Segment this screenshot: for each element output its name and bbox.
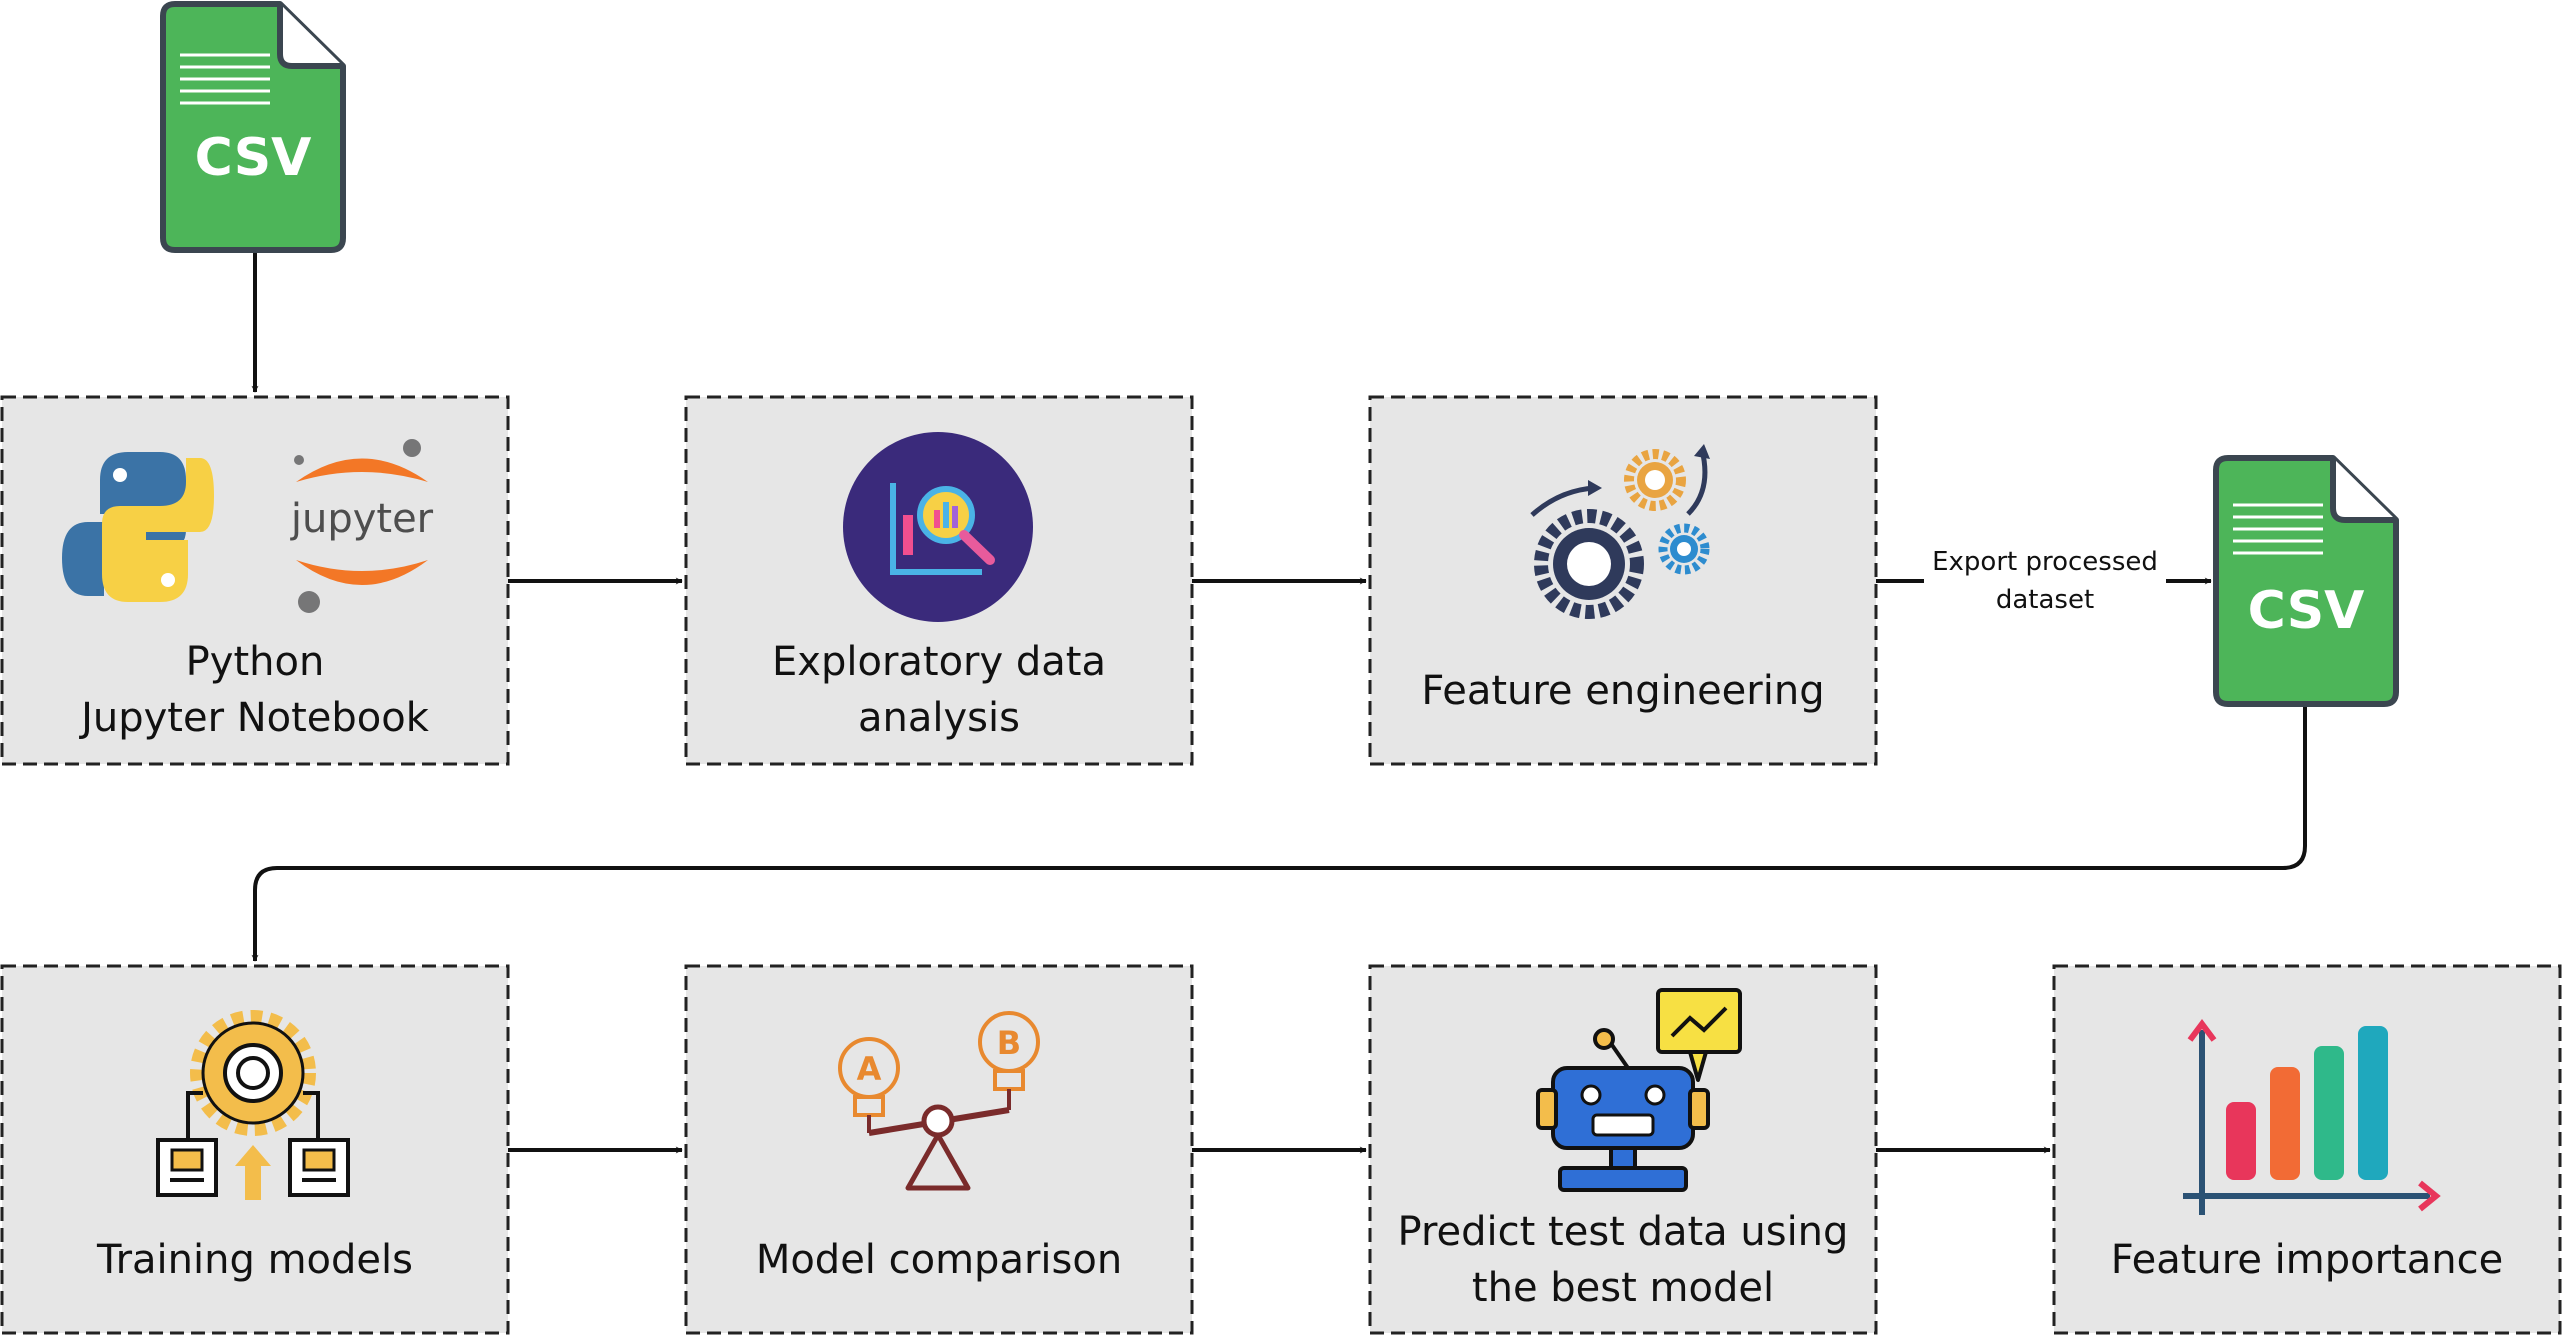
training-models-label: Training models bbox=[2, 1232, 508, 1288]
feature-importance-label: Feature importance bbox=[2054, 1232, 2560, 1288]
python-jupyter-label: Python Jupyter Notebook bbox=[2, 634, 508, 746]
predict-label-line1: Predict test data using bbox=[1397, 1209, 1849, 1255]
csv-file-icon: CSV bbox=[2213, 455, 2399, 707]
svg-text:CSV: CSV bbox=[195, 128, 312, 188]
training-models-text: Training models bbox=[97, 1237, 413, 1283]
export-label-line2: dataset bbox=[1995, 585, 2095, 615]
svg-text:A: A bbox=[857, 1050, 882, 1088]
export-processed-dataset-label: Export processed dataset bbox=[1924, 543, 2166, 619]
chart-magnifier-icon bbox=[843, 432, 1033, 622]
svg-text:B: B bbox=[997, 1024, 1021, 1062]
feature-importance-text: Feature importance bbox=[2110, 1237, 2504, 1283]
arrow-csv-to-training bbox=[251, 705, 2307, 962]
jupyter-notebook-label: Jupyter Notebook bbox=[81, 695, 429, 741]
model-comparison-label: Model comparison bbox=[686, 1232, 1192, 1288]
feature-engineering-label: Feature engineering bbox=[1370, 663, 1876, 719]
svg-text:jupyter: jupyter bbox=[290, 496, 434, 542]
predict-label: Predict test data using the best model bbox=[1370, 1204, 1876, 1316]
eda-label-line1: Exploratory data bbox=[772, 639, 1106, 685]
eda-label-line2: analysis bbox=[858, 695, 1020, 741]
python-label: Python bbox=[185, 639, 325, 685]
csv-file-icon: CSV bbox=[160, 1, 346, 253]
feature-engineering-text: Feature engineering bbox=[1421, 668, 1825, 714]
svg-text:CSV: CSV bbox=[2248, 581, 2365, 641]
export-label-line1: Export processed bbox=[1932, 547, 2158, 577]
model-comparison-text: Model comparison bbox=[755, 1237, 1123, 1283]
predict-label-line2: the best model bbox=[1471, 1265, 1775, 1311]
eda-label: Exploratory data analysis bbox=[686, 634, 1192, 746]
